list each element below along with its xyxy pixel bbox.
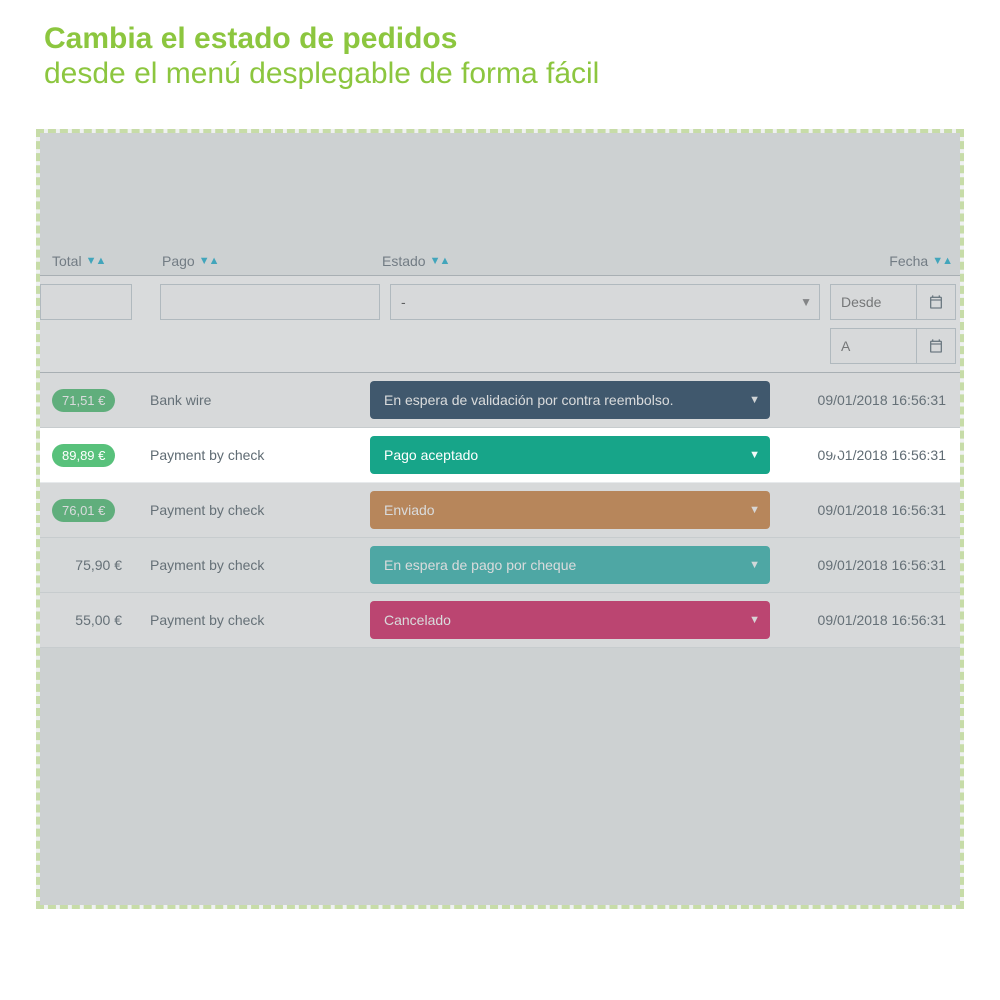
order-date: 09/01/2018 16:56:31 (800, 392, 952, 408)
filter-date-from-input[interactable] (830, 284, 916, 320)
filter-date-to-input[interactable] (830, 328, 916, 364)
order-rows: 71,51 € Bank wire En espera de validación … (40, 373, 960, 648)
hero: Cambia el estado de pedidos desde el men… (0, 0, 1000, 105)
filter-pago-input[interactable] (160, 284, 380, 320)
column-headers: Total ▼▲ Pago ▼▲ Estado ▼▲ Fecha ▼▲ (40, 253, 960, 275)
payment-method: Payment by check (150, 447, 370, 463)
price-text: 55,00 € (52, 608, 132, 632)
callout-arrow-icon (796, 440, 840, 471)
status-dropdown[interactable]: En espera de pago por cheque ▼ (370, 546, 770, 584)
status-label: Pago aceptado (384, 447, 478, 463)
payment-method: Payment by check (150, 557, 370, 573)
status-label: Enviado (384, 502, 435, 518)
price-badge: 76,01 € (52, 499, 115, 522)
header-estado-label: Estado (382, 253, 426, 269)
sort-icon[interactable]: ▼▲ (932, 255, 952, 267)
hero-subtitle: desde el menú desplegable de forma fácil (44, 57, 956, 92)
table-row[interactable]: 89,89 €Payment by checkPago aceptado▼09/… (40, 428, 960, 483)
payment-method: Bank wire (150, 392, 370, 408)
calendar-to-button[interactable] (916, 328, 956, 364)
header-estado[interactable]: Estado ▼▲ (382, 253, 812, 269)
header-fecha-label: Fecha (889, 253, 928, 269)
sort-icon[interactable]: ▼▲ (86, 255, 106, 267)
chevron-down-icon: ▼ (749, 394, 760, 406)
header-pago-label: Pago (162, 253, 195, 269)
table-row[interactable]: 55,00 € Payment by check Cancelado ▼ 09/01/2… (40, 593, 960, 648)
price-badge: 89,89 € (52, 444, 115, 467)
chevron-down-icon: ▼ (800, 295, 812, 309)
table-row[interactable]: 75,90 €Payment by checkEn espera de pago… (40, 538, 960, 593)
chevron-down-icon: ▼ (749, 504, 760, 516)
sort-icon[interactable]: ▼▲ (199, 255, 219, 267)
filter-total-input[interactable] (40, 284, 132, 320)
sort-icon[interactable]: ▼▲ (430, 255, 450, 267)
header-pago[interactable]: Pago ▼▲ (162, 253, 382, 269)
chevron-down-icon: ▼ (749, 614, 760, 626)
order-date: 09/01/2018 16:56:31 (800, 502, 952, 518)
chevron-down-icon: ▼ (749, 559, 760, 571)
header-total-label: Total (52, 253, 82, 269)
table-row[interactable]: 76,01 € Payment by check Enviado ▼ 09/01/201… (40, 483, 960, 538)
payment-method: Payment by check (150, 612, 370, 628)
status-label: En espera de validación por contra reemb… (384, 392, 674, 408)
order-date: 09/01/2018 16:56:31 (800, 557, 952, 573)
calendar-from-button[interactable] (916, 284, 956, 320)
hero-title: Cambia el estado de pedidos (44, 22, 956, 57)
screenshot-panel: Total ▼▲ Pago ▼▲ Estado ▼▲ Fecha ▼▲ ▼ (36, 129, 964, 909)
header-fecha[interactable]: Fecha ▼▲ (812, 253, 952, 269)
payment-method: Payment by check (150, 502, 370, 518)
status-label: Cancelado (384, 612, 451, 628)
price-text: 75,90 € (52, 553, 132, 577)
status-dropdown[interactable]: En espera de validación por contra reemb… (370, 381, 770, 419)
chevron-down-icon: ▼ (749, 449, 760, 461)
price-badge: 71,51 € (52, 389, 115, 412)
status-dropdown[interactable]: Pago aceptado ▼ (370, 436, 770, 474)
status-label: En espera de pago por cheque (384, 557, 576, 573)
filter-row: ▼ (40, 275, 960, 373)
order-date: 09/01/2018 16:56:31 (800, 612, 952, 628)
filter-estado-display[interactable] (390, 284, 820, 320)
header-total[interactable]: Total ▼▲ (52, 253, 162, 269)
status-dropdown[interactable]: Cancelado ▼ (370, 601, 770, 639)
table-row[interactable]: 71,51 € Bank wire En espera de validación … (40, 373, 960, 428)
status-dropdown[interactable]: Enviado ▼ (370, 491, 770, 529)
filter-estado-select[interactable]: ▼ (390, 284, 820, 320)
